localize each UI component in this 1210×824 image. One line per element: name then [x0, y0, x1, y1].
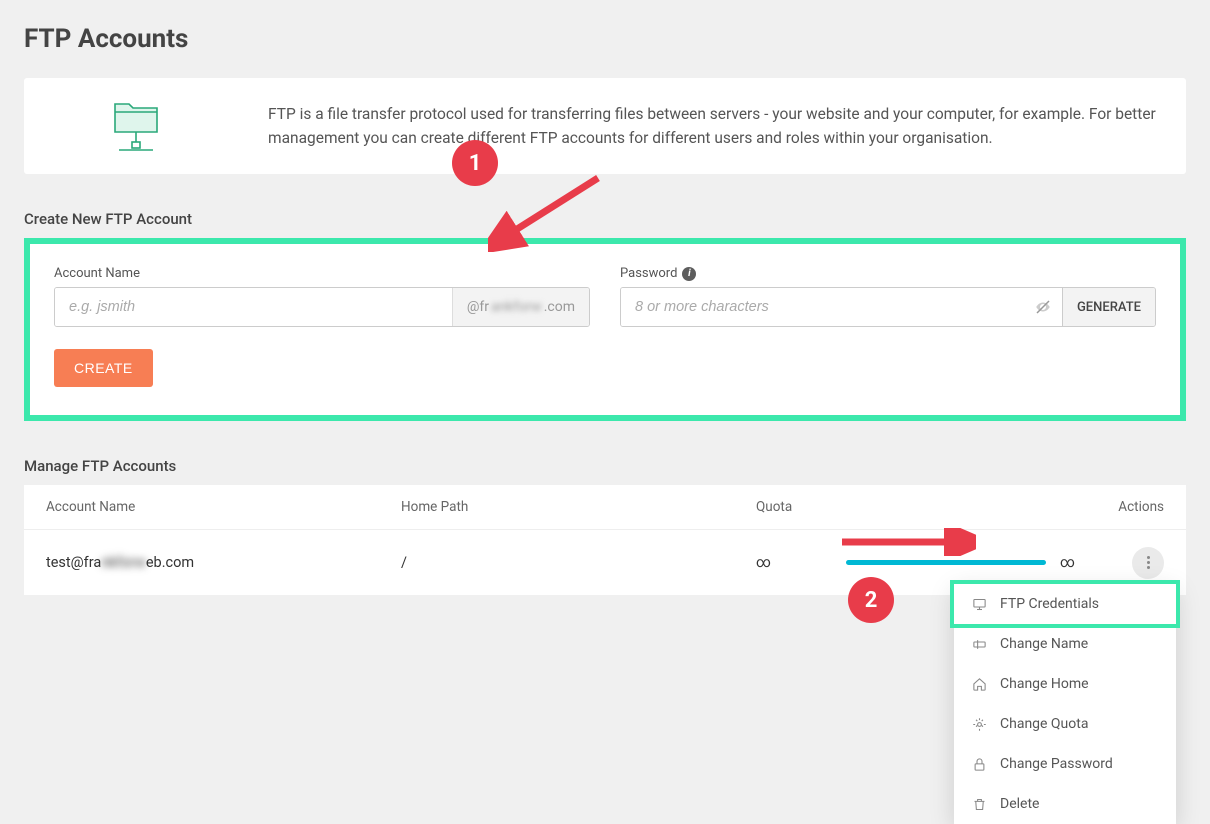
page-title: FTP Accounts	[24, 24, 1186, 54]
usage-cap: ∞	[1060, 554, 1075, 571]
annotation-arrow-1	[488, 172, 608, 252]
create-button[interactable]: CREATE	[54, 349, 153, 387]
dropdown-item-ftp-credentials[interactable]: FTP Credentials	[950, 580, 1180, 628]
annotation-arrow-2	[836, 528, 976, 556]
home-icon	[972, 677, 988, 692]
dropdown-item-change-quota[interactable]: Change Quota	[954, 704, 1176, 744]
create-ftp-card: Account Name @frankforw.com Password i	[24, 238, 1186, 421]
header-account: Account Name	[46, 499, 401, 515]
dropdown-label: Change Password	[1000, 756, 1113, 772]
table-row: test@frankforweb.com / ∞ ∞ FTP Credentia…	[24, 530, 1186, 595]
account-domain-suffix: @frankforw.com	[452, 288, 589, 326]
password-label: Password	[620, 266, 677, 281]
row-quota: ∞	[756, 554, 816, 571]
annotation-badge-1: 1	[452, 140, 498, 186]
manage-section-title: Manage FTP Accounts	[24, 457, 1186, 475]
row-home-path: /	[401, 554, 756, 571]
dropdown-label: Change Quota	[1000, 716, 1088, 732]
monitor-icon	[972, 597, 988, 612]
ftp-folder-icon	[48, 98, 228, 154]
dropdown-item-change-name[interactable]: Change Name	[954, 624, 1176, 664]
trash-icon	[972, 797, 988, 812]
account-name-label: Account Name	[54, 266, 590, 281]
dropdown-label: FTP Credentials	[1000, 596, 1099, 612]
table-header: Account Name Home Path Quota Actions	[24, 485, 1186, 530]
header-home: Home Path	[401, 499, 756, 515]
dropdown-item-change-home[interactable]: Change Home	[954, 664, 1176, 704]
account-name-input[interactable]	[55, 288, 452, 326]
toggle-visibility-icon[interactable]	[1024, 298, 1062, 316]
dropdown-item-delete[interactable]: Delete	[954, 784, 1176, 824]
annotation-badge-2: 2	[848, 577, 894, 623]
rename-icon	[972, 637, 988, 652]
header-quota: Quota	[756, 499, 816, 515]
lock-icon	[972, 757, 988, 772]
actions-menu-button[interactable]	[1132, 547, 1164, 579]
password-input[interactable]	[621, 288, 1024, 326]
header-actions: Actions	[1084, 499, 1164, 515]
row-account: test@frankforweb.com	[46, 554, 401, 571]
dropdown-item-change-password[interactable]: Change Password	[954, 744, 1176, 784]
dropdown-label: Delete	[1000, 796, 1039, 812]
info-description: FTP is a file transfer protocol used for…	[268, 102, 1162, 150]
generate-button[interactable]: GENERATE	[1062, 288, 1155, 326]
actions-dropdown: FTP Credentials Change Name Change Home …	[954, 584, 1176, 824]
dropdown-label: Change Home	[1000, 676, 1089, 692]
gear-icon	[972, 717, 988, 732]
usage-bar	[846, 560, 1046, 565]
info-icon[interactable]: i	[682, 267, 696, 281]
dropdown-label: Change Name	[1000, 636, 1088, 652]
info-card: FTP is a file transfer protocol used for…	[24, 78, 1186, 174]
